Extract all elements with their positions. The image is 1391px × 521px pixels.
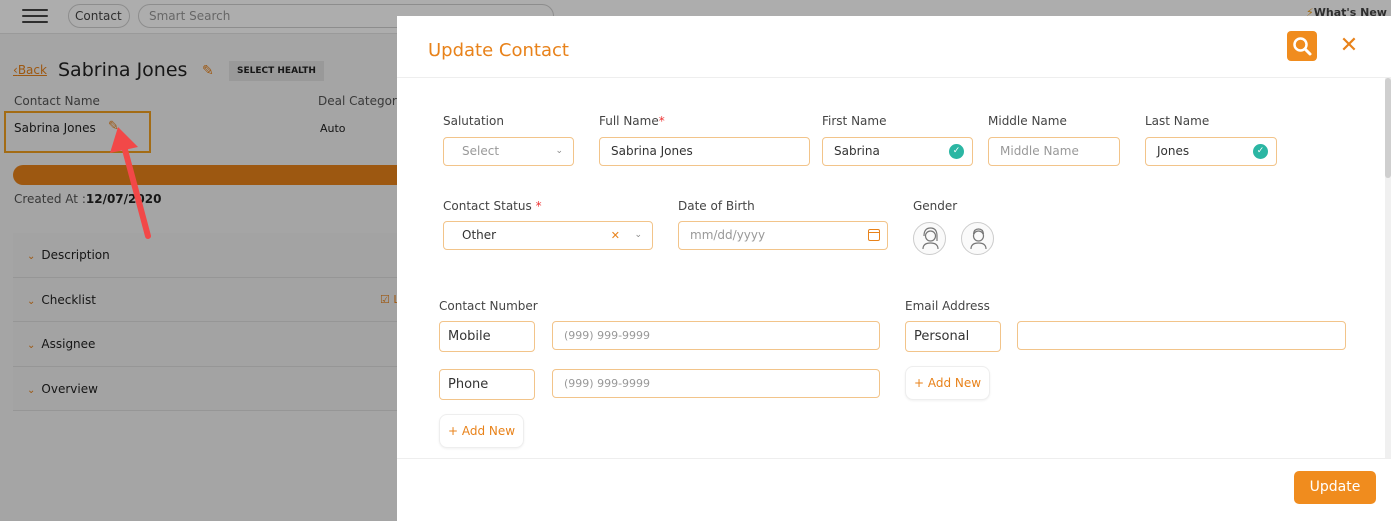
check-icon: ✓ xyxy=(1253,144,1268,159)
last-name-label: Last Name xyxy=(1145,114,1210,128)
modal-body: Salutation Select ⌄ Full Name* Sabrina J… xyxy=(397,78,1387,458)
add-email-button[interactable]: + Add New xyxy=(905,366,991,400)
phone-number-input[interactable]: (999) 999-9999 xyxy=(552,369,880,398)
chevron-down-icon: ⌄ xyxy=(634,230,642,240)
first-name-value: Sabrina xyxy=(834,144,880,158)
update-contact-modal: Update Contact ✕ Salutation Select ⌄ Ful… xyxy=(397,16,1391,521)
salutation-label: Salutation xyxy=(443,114,504,128)
gender-male-button[interactable] xyxy=(961,222,994,255)
salutation-value: Select xyxy=(462,144,500,158)
last-name-input[interactable]: Jones ✓ xyxy=(1145,137,1277,166)
required-mark: * xyxy=(658,114,665,128)
first-name-label: First Name xyxy=(822,114,887,128)
modal-header: Update Contact ✕ xyxy=(397,16,1391,78)
email-type-select[interactable]: Personal xyxy=(905,321,1001,352)
update-button[interactable]: Update xyxy=(1294,471,1376,504)
required-mark: * xyxy=(535,199,542,213)
modal-title: Update Contact xyxy=(428,40,569,61)
search-button[interactable] xyxy=(1287,31,1317,61)
check-icon: ✓ xyxy=(949,144,964,159)
last-name-value: Jones xyxy=(1157,144,1190,158)
add-contact-number-button[interactable]: + Add New xyxy=(439,414,525,448)
contact-status-select[interactable]: Other ✕ ⌄ xyxy=(443,221,653,250)
calendar-icon[interactable] xyxy=(868,229,880,241)
gender-label: Gender xyxy=(913,199,958,213)
dob-placeholder: mm/dd/yyyy xyxy=(690,228,766,242)
search-icon xyxy=(1293,37,1312,56)
chevron-down-icon: ⌄ xyxy=(555,146,563,156)
female-avatar-icon xyxy=(922,227,939,250)
clear-icon[interactable]: ✕ xyxy=(611,222,620,249)
full-name-label-text: Full Name xyxy=(599,114,659,128)
contact-status-label-text: Contact Status xyxy=(443,199,532,213)
email-address-label: Email Address xyxy=(905,299,990,313)
dob-label: Date of Birth xyxy=(678,199,755,213)
middle-name-label: Middle Name xyxy=(988,114,1067,128)
gender-female-button[interactable] xyxy=(913,222,946,255)
first-name-input[interactable]: Sabrina ✓ xyxy=(822,137,973,166)
email-input[interactable] xyxy=(1017,321,1346,350)
phone-type-select[interactable]: Phone xyxy=(439,369,535,400)
close-icon[interactable]: ✕ xyxy=(1337,34,1361,58)
dob-input[interactable]: mm/dd/yyyy xyxy=(678,221,888,250)
mobile-number-input[interactable]: (999) 999-9999 xyxy=(552,321,880,350)
mobile-type-select[interactable]: Mobile xyxy=(439,321,535,352)
contact-number-label: Contact Number xyxy=(439,299,538,313)
scrollbar-thumb[interactable] xyxy=(1385,78,1391,178)
salutation-select[interactable]: Select ⌄ xyxy=(443,137,574,166)
contact-status-label: Contact Status * xyxy=(443,199,542,213)
middle-name-input[interactable]: Middle Name xyxy=(988,137,1120,166)
full-name-input[interactable]: Sabrina Jones xyxy=(599,137,810,166)
full-name-label: Full Name* xyxy=(599,114,665,128)
modal-footer xyxy=(397,458,1391,521)
contact-status-value: Other xyxy=(462,228,497,242)
male-avatar-icon xyxy=(970,228,987,250)
